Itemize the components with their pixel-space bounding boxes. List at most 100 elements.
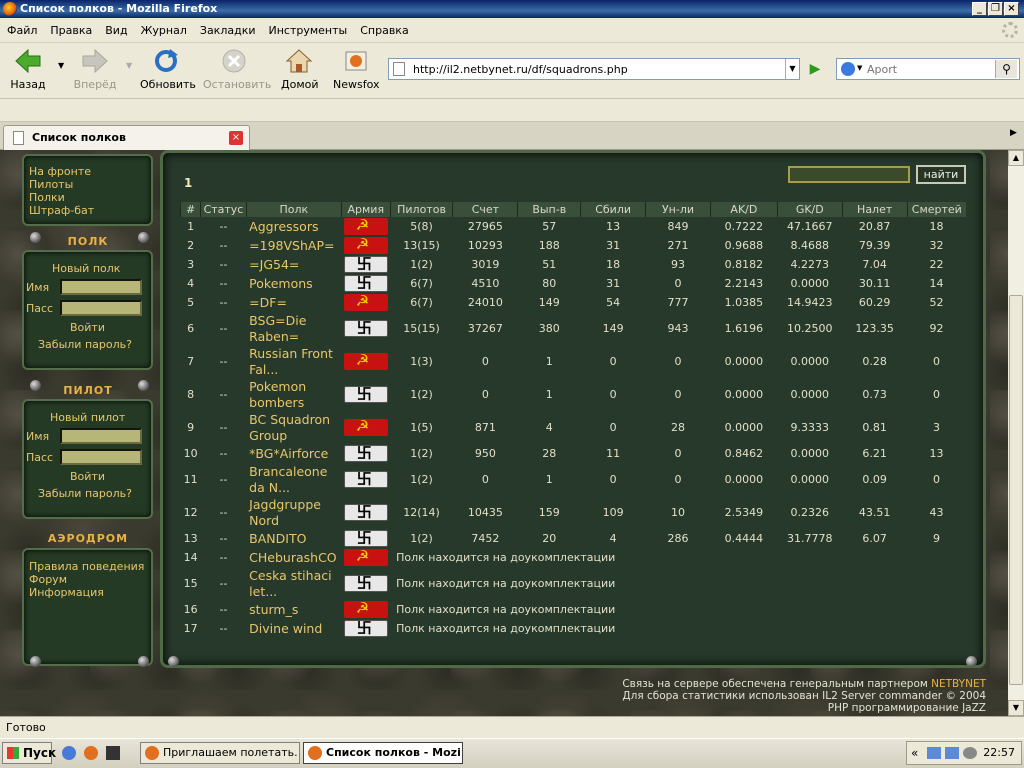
- find-button[interactable]: найти: [916, 165, 966, 184]
- menu-tools[interactable]: Инструменты: [262, 19, 354, 37]
- pilot-forgot-link[interactable]: Забыли пароль?: [38, 487, 132, 500]
- row-status: --: [219, 532, 228, 545]
- start-button[interactable]: Пуск: [2, 742, 56, 764]
- ie-quicklaunch-icon[interactable]: [62, 746, 76, 760]
- squadron-search-input[interactable]: [788, 166, 910, 183]
- newsfox-button[interactable]: Newsfox: [333, 47, 380, 91]
- back-dropdown-icon[interactable]: ▼: [58, 61, 64, 70]
- menu-file[interactable]: Файл: [0, 19, 43, 37]
- forward-button[interactable]: Вперёд: [72, 47, 118, 91]
- page-number[interactable]: 1: [184, 176, 192, 190]
- window-titlebar[interactable]: Список полков - Mozilla Firefox _ ❐ ×: [0, 0, 1024, 18]
- panda-icon[interactable]: [963, 747, 977, 759]
- menu-edit[interactable]: Правка: [43, 19, 98, 37]
- row-status: --: [219, 551, 228, 564]
- col-status-header[interactable]: Статус: [200, 202, 247, 217]
- squad-name-input[interactable]: [60, 279, 142, 295]
- squadron-link[interactable]: BANDITO: [246, 529, 341, 548]
- address-input[interactable]: http://il2.netbynet.ru/df/squadrons.php: [413, 63, 628, 76]
- reload-button[interactable]: Обновить: [140, 47, 196, 91]
- squadron-link[interactable]: Aggressors: [246, 217, 341, 236]
- row-number: 16: [183, 603, 198, 616]
- col-ground-kills-header[interactable]: Ун-ли: [645, 202, 711, 217]
- col-army-header[interactable]: Армия: [340, 202, 391, 217]
- col-flight-header[interactable]: Налет: [841, 202, 908, 217]
- squadron-link[interactable]: =198VShAP=: [246, 236, 341, 255]
- squadron-link[interactable]: Jagdgruppe Nord: [246, 496, 341, 529]
- squadron-link[interactable]: Brancaleone da N...: [246, 463, 341, 496]
- forward-dropdown-icon[interactable]: ▼: [126, 61, 132, 70]
- nav-link-pilots[interactable]: Пилоты: [29, 178, 94, 191]
- col-sorties-header[interactable]: Вып-в: [517, 202, 581, 217]
- menu-history[interactable]: Журнал: [134, 19, 193, 37]
- col-deaths-header[interactable]: Смертей: [906, 202, 966, 217]
- search-bar[interactable]: ▼ ⚲: [836, 58, 1020, 80]
- col-gkd-header[interactable]: GK/D: [776, 202, 843, 217]
- pilot-name-input[interactable]: [60, 428, 142, 444]
- col-squadron-header[interactable]: Полк: [245, 202, 342, 217]
- col-kills-header[interactable]: Сбили: [580, 202, 646, 217]
- squadron-link[interactable]: Pokemons: [246, 274, 341, 293]
- search-engine-icon[interactable]: [841, 62, 855, 76]
- tab-close-icon[interactable]: ×: [229, 131, 243, 145]
- squadron-link[interactable]: Divine wind: [246, 619, 341, 638]
- menu-bookmarks[interactable]: Закладки: [193, 19, 262, 37]
- back-button[interactable]: Назад: [10, 47, 46, 91]
- col-score-header[interactable]: Счет: [452, 202, 518, 217]
- search-input[interactable]: [867, 61, 991, 77]
- nav-link-front[interactable]: На фронте: [29, 165, 94, 178]
- minimize-button[interactable]: _: [972, 2, 987, 16]
- squadron-link[interactable]: =DF=: [246, 293, 341, 312]
- squad-forgot-link[interactable]: Забыли пароль?: [38, 338, 132, 351]
- pilot-pass-input[interactable]: [60, 449, 142, 465]
- network-icon[interactable]: [927, 747, 941, 759]
- menu-help[interactable]: Справка: [353, 19, 414, 37]
- new-squad-link[interactable]: Новый полк: [52, 262, 120, 275]
- url-dropdown-icon[interactable]: ▼: [785, 59, 799, 79]
- tab-squadrons[interactable]: Список полков ×: [3, 125, 250, 150]
- forum-link[interactable]: Форум: [29, 573, 144, 586]
- taskbar-item-1[interactable]: Приглашаем полетать. ...: [140, 742, 300, 764]
- nav-link-penal[interactable]: Штраф-бат: [29, 204, 94, 217]
- squadron-link[interactable]: =JG54=: [246, 255, 341, 274]
- scroll-thumb[interactable]: [1009, 295, 1023, 685]
- address-bar[interactable]: http://il2.netbynet.ru/df/squadrons.php …: [388, 58, 800, 80]
- squadron-link[interactable]: BC Squadron Group: [246, 411, 341, 444]
- tab-list-icon[interactable]: ▶: [1010, 128, 1017, 138]
- new-pilot-link[interactable]: Новый пилот: [50, 411, 125, 424]
- squadron-link[interactable]: *BG*Airforce: [246, 444, 341, 463]
- scroll-up-icon[interactable]: ▲: [1008, 150, 1024, 166]
- col-number-header[interactable]: #: [179, 202, 201, 217]
- close-window-button[interactable]: ×: [1004, 2, 1019, 16]
- squadron-link[interactable]: Ceska stihaci let...: [246, 567, 341, 600]
- squadron-link[interactable]: sturm_s: [246, 600, 341, 619]
- network-icon[interactable]: [945, 747, 959, 759]
- magnifier-icon[interactable]: ⚲: [995, 60, 1017, 78]
- go-icon[interactable]: ▶: [806, 60, 824, 78]
- squadron-link[interactable]: BSG=Die Raben=: [246, 312, 341, 345]
- vertical-scrollbar[interactable]: ▲ ▼: [1008, 150, 1024, 716]
- squadron-link[interactable]: Russian Front Fal...: [246, 345, 341, 378]
- firefox-quicklaunch-icon[interactable]: [84, 746, 98, 760]
- cell-gkd: 0.2326: [790, 506, 830, 519]
- nav-link-squadrons[interactable]: Полки: [29, 191, 94, 204]
- footer-partner-link[interactable]: NETBYNET: [931, 678, 986, 690]
- col-akd-header[interactable]: AK/D: [709, 202, 778, 217]
- squad-login-button[interactable]: Войти: [70, 321, 105, 334]
- col-pilots-header[interactable]: Пилотов: [389, 202, 453, 217]
- squad-pass-input[interactable]: [60, 300, 142, 316]
- squadron-link[interactable]: CHeburashCO: [246, 548, 341, 567]
- info-link[interactable]: Информация: [29, 586, 144, 599]
- stop-button[interactable]: Остановить: [203, 47, 271, 91]
- home-button[interactable]: Домой: [281, 47, 319, 91]
- squadron-link[interactable]: Pokemon bombers: [246, 378, 341, 411]
- rules-link[interactable]: Правила поведения: [29, 560, 144, 573]
- engine-dropdown-icon[interactable]: ▼: [857, 64, 862, 72]
- menu-view[interactable]: Вид: [98, 19, 133, 37]
- pilot-login-button[interactable]: Войти: [70, 470, 105, 483]
- scroll-down-icon[interactable]: ▼: [1008, 700, 1024, 716]
- media-quicklaunch-icon[interactable]: [106, 746, 120, 760]
- taskbar-item-2[interactable]: Список полков - Mozi...: [303, 742, 463, 764]
- tray-expand-icon[interactable]: «: [911, 742, 918, 764]
- maximize-button[interactable]: ❐: [988, 2, 1003, 16]
